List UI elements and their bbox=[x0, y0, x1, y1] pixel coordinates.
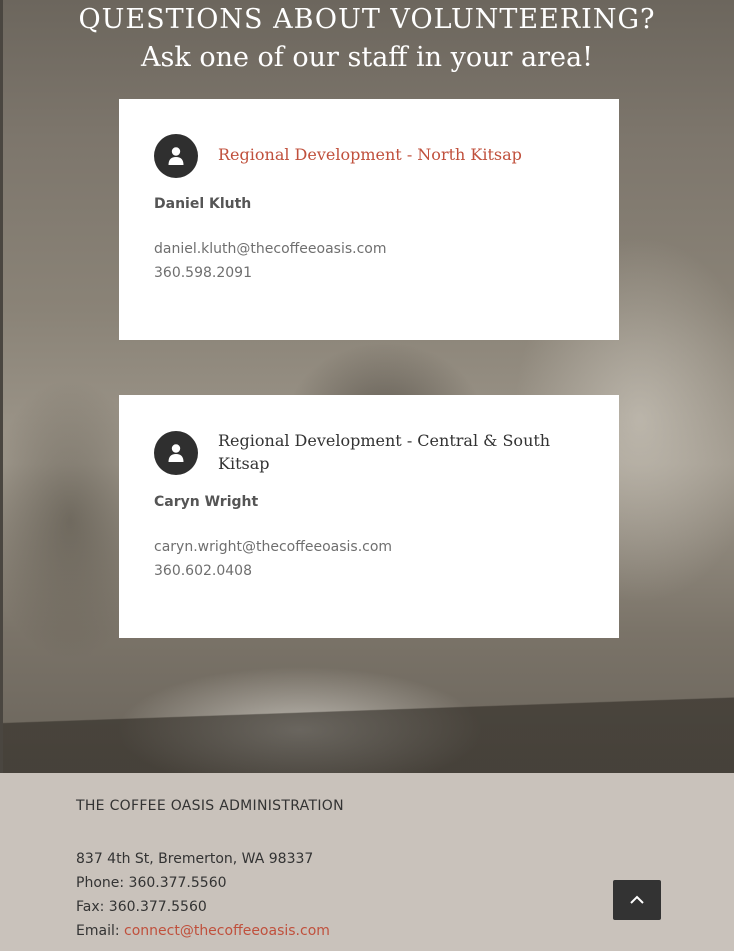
card-title: Regional Development - Central & South K… bbox=[218, 431, 551, 473]
staff-email[interactable]: daniel.kluth@thecoffeeoasis.com bbox=[154, 237, 387, 261]
card-title: Regional Development - North Kitsap bbox=[218, 145, 522, 164]
contact-info: daniel.kluth@thecoffeeoasis.com 360.598.… bbox=[154, 237, 387, 285]
footer-title: THE COFFEE OASIS ADMINISTRATION bbox=[76, 798, 344, 814]
staff-email[interactable]: caryn.wright@thecoffeeoasis.com bbox=[154, 535, 392, 559]
footer-contact: 837 4th St, Bremerton, WA 98337 Phone: 3… bbox=[76, 847, 330, 943]
hero-subheading: Ask one of our staff in your area! bbox=[141, 42, 593, 73]
hero-photo-detail bbox=[0, 690, 734, 773]
footer-email-line: Email: connect@thecoffeeoasis.com bbox=[76, 919, 330, 943]
staff-phone[interactable]: 360.598.2091 bbox=[154, 261, 387, 285]
footer: THE COFFEE OASIS ADMINISTRATION 837 4th … bbox=[0, 773, 734, 951]
footer-phone: Phone: 360.377.5560 bbox=[76, 875, 227, 891]
user-icon bbox=[154, 134, 198, 178]
hero-heading: QUESTIONS ABOUT VOLUNTEERING? bbox=[78, 4, 656, 35]
chevron-up-icon bbox=[630, 895, 644, 904]
staff-phone[interactable]: 360.602.0408 bbox=[154, 559, 392, 583]
staff-name: Daniel Kluth bbox=[154, 196, 252, 212]
staff-card-central-south-kitsap: Regional Development - Central & South K… bbox=[119, 395, 619, 638]
staff-name: Caryn Wright bbox=[154, 494, 259, 510]
footer-email-label: Email: bbox=[76, 923, 125, 939]
contact-info: caryn.wright@thecoffeeoasis.com 360.602.… bbox=[154, 535, 392, 583]
footer-fax: Fax: 360.377.5560 bbox=[76, 899, 207, 915]
footer-email-link[interactable]: connect@thecoffeeoasis.com bbox=[124, 923, 330, 939]
back-to-top-button[interactable] bbox=[613, 880, 661, 920]
user-icon bbox=[154, 431, 198, 475]
staff-card-north-kitsap: Regional Development - North Kitsap Dani… bbox=[119, 99, 619, 340]
footer-address: 837 4th St, Bremerton, WA 98337 bbox=[76, 851, 314, 867]
